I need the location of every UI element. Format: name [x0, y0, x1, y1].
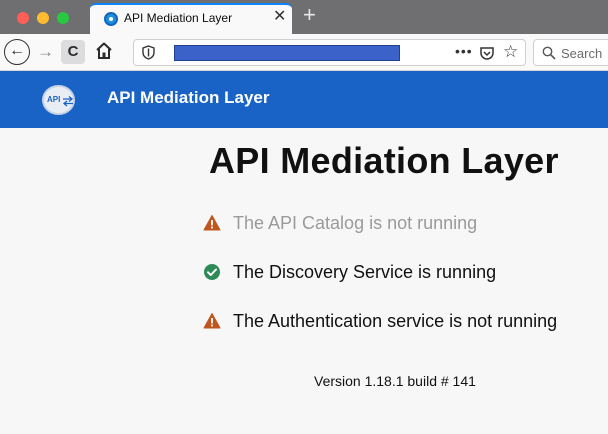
version-label: Version 1.18.1 build # 141: [314, 373, 476, 389]
api-mediation-favicon-icon: [104, 12, 118, 26]
search-placeholder: Search: [561, 46, 603, 61]
browser-tab-active[interactable]: API Mediation Layer ✕: [90, 3, 292, 34]
pocket-icon[interactable]: [479, 45, 495, 61]
new-tab-button[interactable]: +: [303, 3, 316, 27]
search-input[interactable]: Search: [533, 39, 608, 66]
home-icon[interactable]: [95, 41, 113, 61]
back-button[interactable]: ←: [4, 39, 30, 65]
api-logo[interactable]: API: [42, 85, 75, 115]
header-title: API Mediation Layer: [107, 88, 270, 107]
browser-tab-bar: API Mediation Layer ✕ +: [0, 0, 608, 34]
status-row-api-catalog: The API Catalog is not running: [203, 211, 608, 235]
tracking-shield-icon[interactable]: [142, 45, 155, 60]
logo-arrows-icon: [62, 94, 74, 107]
window-zoom-button[interactable]: [57, 12, 69, 24]
bookmark-star-icon[interactable]: ☆: [503, 42, 518, 62]
browser-nav-bar: ← → C ••• ☆ Search: [0, 34, 608, 71]
url-bar[interactable]: ••• ☆: [133, 39, 526, 66]
warning-icon: [203, 214, 221, 232]
logo-text: API: [47, 95, 61, 104]
page-title: API Mediation Layer: [209, 140, 559, 181]
main-content: API Mediation Layer The API Catalog is n…: [0, 128, 608, 434]
warning-icon: [203, 312, 221, 330]
status-text: The API Catalog is not running: [233, 213, 478, 233]
tab-close-icon[interactable]: ✕: [273, 8, 286, 26]
url-text-redacted: [174, 45, 400, 61]
page-actions-menu-icon[interactable]: •••: [455, 43, 473, 59]
forward-button[interactable]: →: [37, 42, 54, 62]
app-header: API API Mediation Layer: [0, 71, 608, 128]
status-text: The Discovery Service is running: [233, 262, 497, 282]
status-row-authentication-service: The Authentication service is not runnin…: [203, 309, 608, 333]
status-text: The Authentication service is not runnin…: [233, 311, 558, 331]
status-row-discovery-service: The Discovery Service is running: [203, 260, 608, 284]
search-icon: [542, 46, 556, 60]
window-close-button[interactable]: [17, 12, 29, 24]
reload-button[interactable]: C: [61, 40, 85, 64]
tab-title: API Mediation Layer: [124, 11, 233, 25]
window-minimize-button[interactable]: [37, 12, 49, 24]
check-circle-icon: [203, 263, 221, 281]
